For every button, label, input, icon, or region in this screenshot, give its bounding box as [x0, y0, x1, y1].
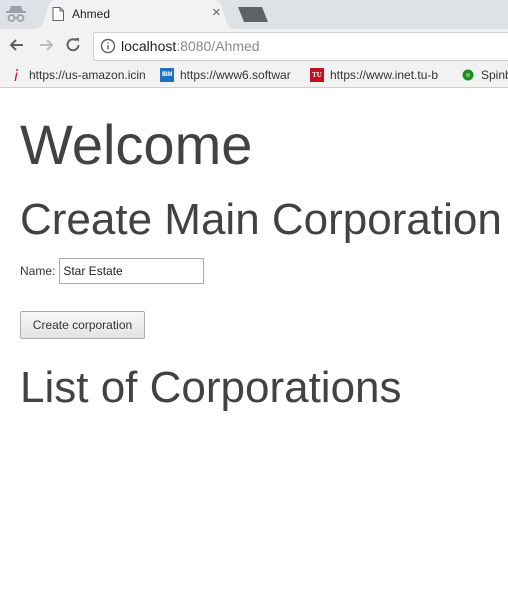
back-arrow-icon[interactable]	[7, 35, 27, 55]
reload-icon[interactable]	[63, 35, 83, 55]
amazon-icon	[9, 68, 23, 82]
tu-berlin-icon: TU	[310, 67, 324, 82]
forward-arrow-icon[interactable]	[36, 35, 56, 55]
info-icon[interactable]	[100, 38, 116, 54]
ibm-icon: IBM	[160, 67, 174, 82]
list-corporations-heading: List of Corporations	[20, 363, 402, 412]
page-title: Welcome	[20, 113, 253, 176]
bookmark-label: Spinb	[481, 67, 508, 82]
incognito-icon	[4, 3, 28, 25]
bookmark-item[interactable]: TU https://www.inet.tu-b	[310, 62, 448, 87]
bookmarks-bar: https://us-amazon.icin IBM https://www6.…	[0, 62, 508, 88]
bookmark-item[interactable]: IBM https://www6.softwar	[160, 62, 297, 87]
tab-title: Ahmed	[72, 7, 111, 21]
address-url: localhost:8080/Ahmed	[121, 38, 260, 54]
bookmark-label: https://www.inet.tu-b	[330, 67, 439, 82]
bookmark-item[interactable]: https://us-amazon.icin	[9, 62, 149, 87]
ibm-icon-text: IBM	[161, 71, 173, 78]
tab-strip: Ahmed ×	[0, 0, 508, 29]
bookmark-label: https://us-amazon.icin	[29, 67, 146, 82]
url-host: localhost	[121, 38, 177, 54]
address-bar[interactable]: localhost:8080/Ahmed	[93, 32, 508, 61]
name-field-row: Name:	[20, 257, 205, 285]
bookmark-item[interactable]: Spinb	[461, 62, 508, 87]
url-path: :8080/Ahmed	[176, 38, 260, 54]
spin-icon	[461, 68, 475, 82]
create-corporation-heading: Create Main Corporation	[20, 195, 502, 244]
browser-toolbar: localhost:8080/Ahmed	[0, 29, 508, 62]
bookmark-label: https://www6.softwar	[180, 67, 291, 82]
page-content: Welcome Create Main Corporation Name: Cr…	[20, 88, 508, 608]
new-tab-button[interactable]	[236, 6, 270, 28]
browser-tab[interactable]: Ahmed ×	[32, 0, 238, 29]
tu-icon-text: TU	[312, 70, 322, 79]
page-icon	[52, 7, 64, 21]
name-label: Name:	[20, 264, 56, 278]
name-input[interactable]	[59, 258, 205, 284]
tab-close-icon[interactable]: ×	[212, 5, 221, 21]
create-corporation-button[interactable]: Create corporation	[20, 311, 145, 339]
